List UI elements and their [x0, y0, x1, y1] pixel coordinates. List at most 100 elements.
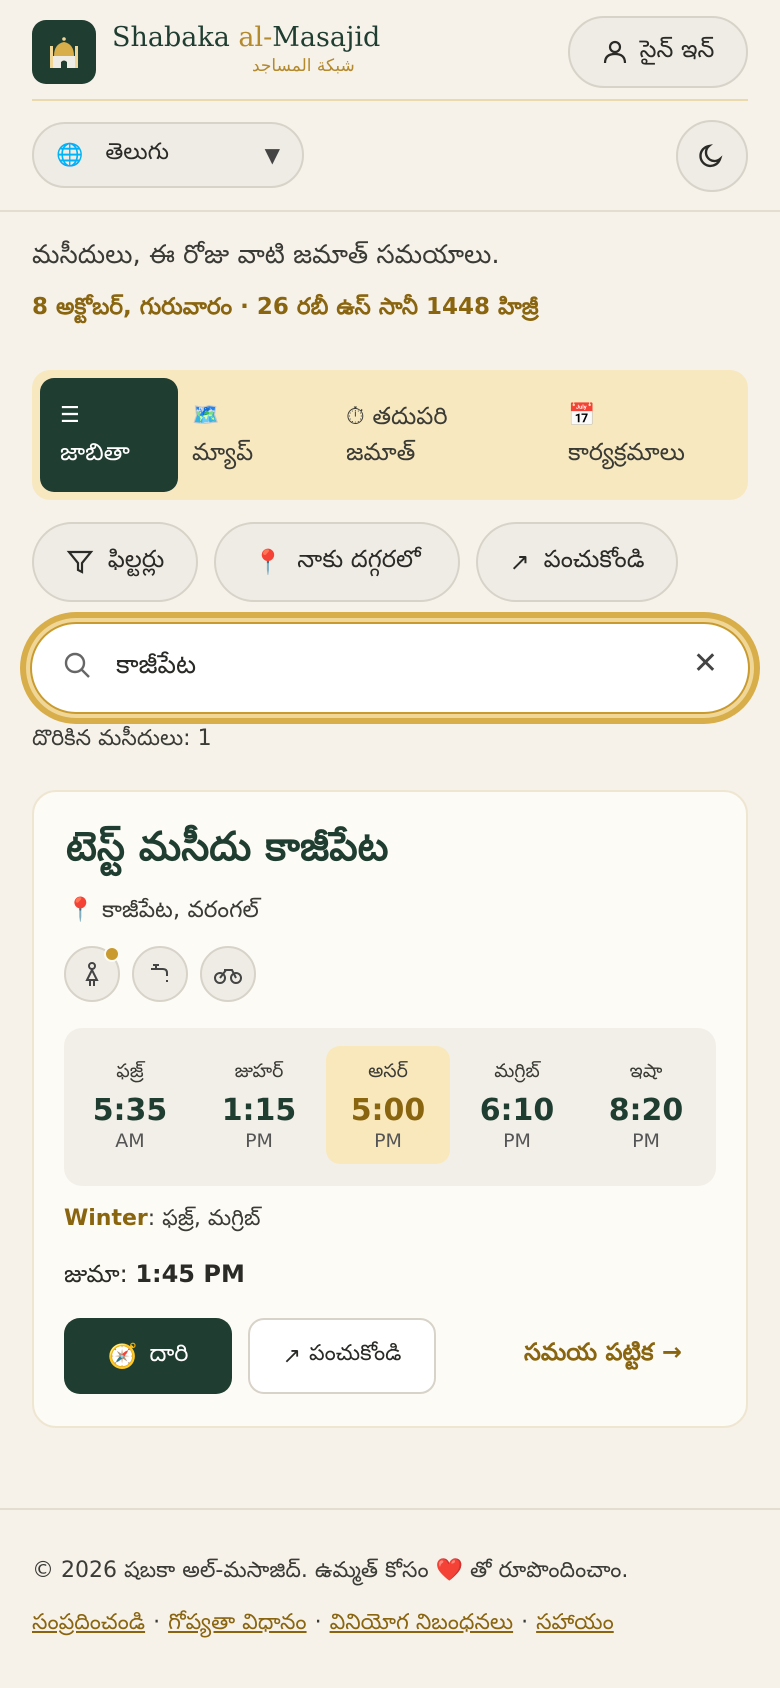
- tab-list[interactable]: ☰ జాబితా: [40, 378, 178, 492]
- sign-in-label: సైన్ ఇన్: [639, 35, 715, 63]
- prayer-ampm: AM: [115, 1130, 145, 1152]
- search-field-ring-inner: కాజీపేట ✕: [26, 618, 754, 718]
- jumuah-time: జుమా: 1:45 PM: [64, 1260, 245, 1294]
- timetable-link[interactable]: సమయ పట్టిక →: [524, 1338, 682, 1372]
- date-line: 8 అక్టోబర్, గురువారం · 26 రబీ ఉస్ సానీ 1…: [32, 294, 539, 320]
- filters-label: ఫిల్టర్లు: [107, 545, 165, 573]
- copyright-text: © 2026 షబకా అల్-మసాజిద్. ఉమ్మత్ కోసం: [32, 1558, 429, 1583]
- tab-events-label: కార్యక్రమాలు: [568, 438, 685, 466]
- clear-search-icon[interactable]: ✕: [693, 646, 718, 681]
- mosque-logo-icon[interactable]: [32, 20, 96, 84]
- wudu-tap-icon[interactable]: [132, 946, 188, 1002]
- calendar-icon: 📅: [568, 403, 596, 428]
- prayer-name: ఇషా: [629, 1060, 663, 1082]
- mosque-location: 📍 కాజీపేట, వరంగల్: [66, 896, 259, 929]
- prayer-ampm: PM: [503, 1130, 531, 1152]
- women-prayer-area-icon[interactable]: [64, 946, 120, 1002]
- language-select[interactable]: 🌐 తెలుగు ▼: [32, 122, 304, 188]
- winter-note: Winter: ఫజ్ర్, మగ్రిబ్: [64, 1206, 260, 1236]
- tab-next-jamat-line2: జమాత్: [346, 438, 416, 466]
- result-count: దొరికిన మసీదులు: 1: [32, 726, 212, 751]
- mosque-card: టెస్ట్ మసీదు కాజీపేట 📍 కాజీపేట, వరంగల్ ఫ…: [32, 790, 748, 1428]
- caret-down-icon: ▼: [264, 143, 280, 167]
- jumuah-value: 1:45 PM: [135, 1260, 245, 1288]
- header-divider: [32, 99, 748, 101]
- tab-events[interactable]: 📅 కార్యక్రమాలు: [568, 398, 685, 470]
- nearby-label: నాకు దగ్గరలో: [297, 545, 421, 573]
- globe-icon: 🌐: [56, 142, 84, 168]
- brand-name-arabic: شبكة المساجد: [252, 56, 355, 76]
- prayer-zuhr: జుహర్ 1:15 PM: [197, 1046, 321, 1164]
- filter-icon: [66, 550, 94, 574]
- page-subtitle: మసీదులు, ఈ రోజు వాటి జమాత్ సమయాలు.: [32, 240, 500, 270]
- prayer-time: 8:20: [608, 1093, 684, 1128]
- jumuah-label: జుమా:: [64, 1260, 136, 1288]
- bike-parking-icon[interactable]: [200, 946, 256, 1002]
- prayer-name: అసర్: [368, 1060, 408, 1082]
- list-icon: ☰: [60, 403, 80, 428]
- section-divider: [0, 210, 780, 212]
- prayer-times-table: ఫజ్ర్ 5:35 AM జుహర్ 1:15 PM అసర్ 5:00 PM…: [64, 1028, 716, 1186]
- view-tabs: ☰ జాబితా 🗺️ మ్యాప్ ⏱ తదుపరి జమాత్ 📅 కార్…: [32, 370, 748, 500]
- sign-in-button[interactable]: సైన్ ఇన్: [568, 16, 748, 88]
- moon-icon: [699, 144, 723, 168]
- winter-label: Winter: [64, 1206, 148, 1231]
- help-link[interactable]: సహాయం: [536, 1610, 614, 1635]
- tab-next-jamat-line1: తదుపరి: [372, 402, 448, 430]
- share-arrow-icon: ↗: [509, 548, 530, 576]
- pin-icon: 📍: [253, 548, 284, 576]
- search-icon: [64, 652, 90, 678]
- prayer-name: జుహర్: [234, 1060, 284, 1082]
- terms-link[interactable]: వినియోగ నిబంధనలు: [330, 1610, 514, 1635]
- mosque-location-text: కాజీపేట, వరంగల్: [101, 897, 259, 923]
- winter-value: : ఫజ్ర్, మగ్రిబ్: [147, 1206, 261, 1231]
- prayer-fajr: ఫజ్ర్ 5:35 AM: [68, 1046, 192, 1164]
- tab-map[interactable]: 🗺️ మ్యాప్: [192, 398, 253, 470]
- search-input[interactable]: కాజీపేట ✕: [30, 622, 750, 714]
- privacy-link[interactable]: గోప్యతా విధానం: [168, 1610, 306, 1635]
- share-chip-button[interactable]: ↗ పంచుకోండి: [476, 522, 678, 602]
- prayer-ampm: PM: [632, 1130, 660, 1152]
- filters-button[interactable]: ఫిల్టర్లు: [32, 522, 198, 602]
- heart-icon: ❤️: [435, 1558, 464, 1583]
- prayer-asr: అసర్ 5:00 PM: [326, 1046, 450, 1164]
- amenity-badge-dot: [104, 946, 120, 962]
- pin-icon: 📍: [66, 897, 95, 923]
- prayer-isha: ఇషా 8:20 PM: [584, 1046, 708, 1164]
- share-chip-label: పంచుకోండి: [543, 545, 645, 573]
- compass-icon: 🧭: [107, 1342, 138, 1370]
- prayer-ampm: PM: [374, 1130, 402, 1152]
- share-label: పంచుకోండి: [309, 1341, 402, 1366]
- prayer-ampm: PM: [245, 1130, 273, 1152]
- tab-map-label: మ్యాప్: [192, 438, 254, 466]
- user-icon: [603, 40, 626, 64]
- nearby-button[interactable]: 📍 నాకు దగ్గరలో: [214, 522, 460, 602]
- prayer-time: 6:10: [479, 1093, 555, 1128]
- share-arrow-icon: ↗: [282, 1343, 301, 1369]
- language-value: తెలుగు: [105, 139, 169, 165]
- copyright: © 2026 షబకా అల్-మసాజిద్. ఉమ్మత్ కోసం ❤️ …: [32, 1558, 628, 1588]
- prayer-time: 5:35: [92, 1093, 168, 1128]
- footer-links: సంప్రదించండి · గోప్యతా విధానం · వినియోగ నిబం…: [32, 1610, 614, 1635]
- prayer-maghrib: మగ్రిబ్ 6:10 PM: [455, 1046, 579, 1164]
- prayer-name: మగ్రిబ్: [494, 1060, 540, 1082]
- app-header: Shabaka al-Masajid شبكة المساجد సైన్ ఇన్…: [0, 0, 780, 212]
- search-field-focus-ring: కాజీపేట ✕: [20, 612, 760, 724]
- prayer-time: 5:00: [350, 1093, 426, 1128]
- directions-button[interactable]: 🧭 దారి: [64, 1318, 232, 1394]
- tab-next-jamat[interactable]: ⏱ తదుపరి జమాత్: [346, 398, 448, 470]
- brand-name[interactable]: Shabaka al-Masajid: [112, 22, 380, 53]
- directions-label: దారి: [149, 1339, 189, 1367]
- search-value: కాజీపేట: [116, 650, 197, 680]
- stopwatch-icon: ⏱: [346, 402, 365, 430]
- share-button[interactable]: ↗ పంచుకోండి: [248, 1318, 436, 1394]
- prayer-name: ఫజ్ర్: [116, 1060, 144, 1082]
- mosque-name[interactable]: టెస్ట్ మసీదు కాజీపేట: [66, 824, 389, 880]
- map-icon: 🗺️: [192, 403, 220, 428]
- prayer-time: 1:15: [221, 1093, 297, 1128]
- copyright-text-end: తో రూపొందించాం.: [470, 1558, 629, 1583]
- contact-link[interactable]: సంప్రదించండి: [32, 1610, 145, 1635]
- dark-mode-toggle[interactable]: [676, 120, 748, 192]
- footer-divider: [0, 1508, 780, 1510]
- tab-list-label: జాబితా: [60, 438, 130, 466]
